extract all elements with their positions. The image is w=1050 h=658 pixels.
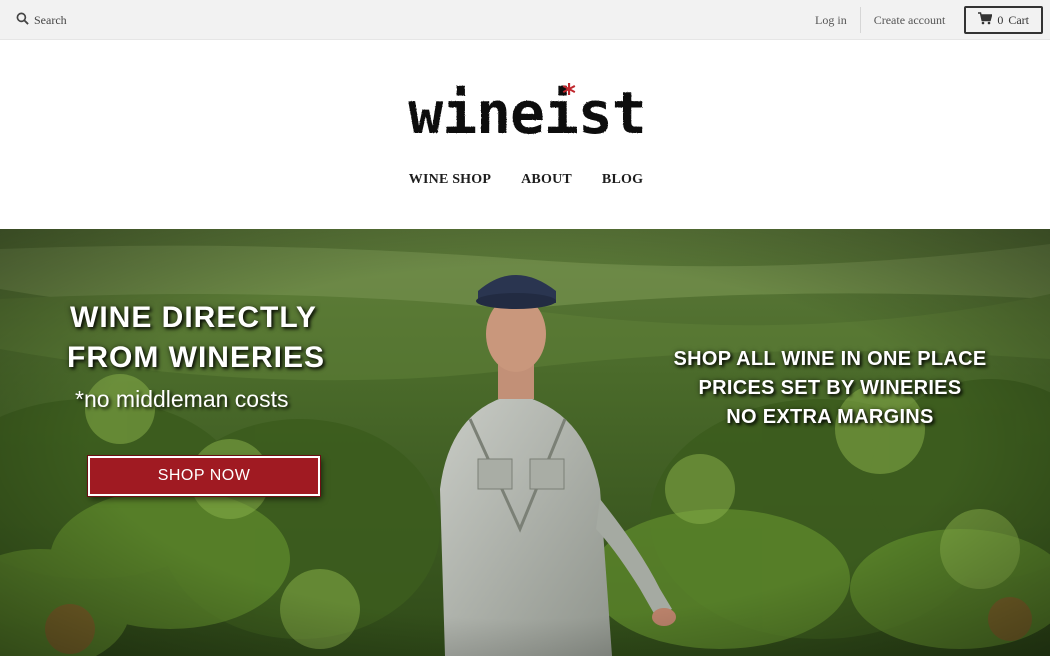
site-logo[interactable]: wineist * [390,78,665,147]
search-link[interactable]: Search [16,11,67,29]
cart-button[interactable]: 0 Cart [964,6,1043,34]
nav-item-blog[interactable]: BLOG [602,170,643,192]
logo-wordmark: wineist [408,79,645,140]
main-nav: WINE SHOP ABOUT BLOG [0,170,1050,192]
nav-item-wine-shop[interactable]: WINE SHOP [409,170,491,192]
shop-now-button[interactable]: SHOP NOW [87,455,321,497]
benefit-item: SHOP ALL WINE IN ONE PLACE [673,348,987,370]
nav-item-about[interactable]: ABOUT [521,170,572,192]
hero-headline-line2: FROM WINERIES [67,341,325,374]
cart-icon [978,11,993,29]
benefit-item: NO EXTRA MARGINS [726,406,934,428]
cart-count: 0 [997,12,1004,27]
wineist-logo: wineist * [408,79,646,147]
account-links: Log in Create account 0 Cart [802,6,1050,34]
hero-headline-line1: WINE DIRECTLY [70,301,317,334]
top-utility-bar: Search Log in Create account 0 Cart [0,0,1050,40]
hero-image [0,229,1050,656]
benefit-item: PRICES SET BY WINERIES [698,377,962,399]
logo-asterisk: * [562,79,576,109]
search-icon [16,12,29,29]
hero-banner[interactable]: WINE DIRECTLY FROM WINERIES *no middlema… [0,229,1050,656]
cart-label: Cart [1008,12,1029,27]
hero-benefits: SHOP ALL WINE IN ONE PLACE PRICES SET BY… [640,345,1020,432]
login-link[interactable]: Log in [802,13,860,28]
hero-tagline: *no middleman costs [75,386,289,412]
search-label: Search [34,12,67,27]
create-account-link[interactable]: Create account [861,13,959,28]
